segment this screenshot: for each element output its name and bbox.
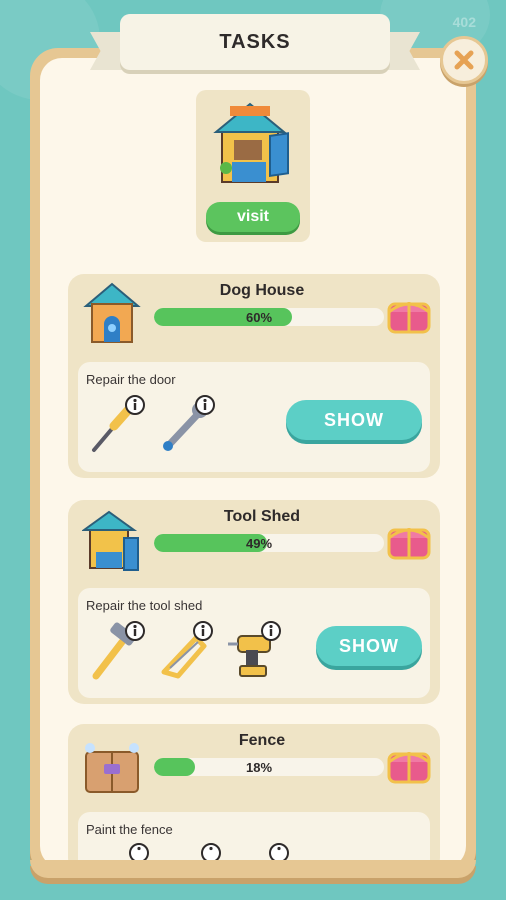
- wrench-tool[interactable]: [158, 394, 216, 456]
- dog-house-icon: [83, 282, 141, 343]
- drill-tool[interactable]: [224, 620, 282, 682]
- info-icon[interactable]: [192, 620, 214, 642]
- ribbon-banner: TASKS: [120, 14, 390, 70]
- info-icon[interactable]: [260, 620, 282, 642]
- visit-button[interactable]: visit: [206, 202, 300, 232]
- building-preview-card: visit: [196, 90, 310, 242]
- task-progress-bar: 18%: [154, 758, 384, 776]
- task-card-dog-house: Dog House 60% Repair the door SHOW: [68, 274, 440, 478]
- task-title: Dog House: [219, 282, 305, 299]
- progress-label: 18%: [245, 759, 273, 775]
- task-title: Tool Shed: [223, 508, 301, 525]
- tool-shed-icon: [82, 510, 139, 571]
- page-title: TASKS: [219, 30, 291, 53]
- reward-chest-icon[interactable]: [386, 744, 432, 786]
- task-card-tool-shed: Tool Shed 49% Repair the tool shed SHOW: [68, 500, 440, 704]
- progress-label: 49%: [245, 535, 273, 551]
- task-progress-bar: 49%: [154, 534, 384, 552]
- subtask-panel: Repair the door SHOW: [78, 362, 430, 472]
- show-button[interactable]: SHOW: [286, 400, 422, 440]
- title-ribbon: TASKS: [90, 14, 420, 76]
- task-card-fence: Fence 18% Paint the fence: [68, 724, 440, 874]
- task-title: Fence: [238, 732, 286, 749]
- hammer-tool[interactable]: [88, 620, 146, 682]
- info-icon[interactable]: [194, 394, 216, 416]
- reward-chest-icon[interactable]: [386, 520, 432, 562]
- hacksaw-tool[interactable]: [156, 620, 214, 682]
- close-button[interactable]: [440, 36, 488, 84]
- close-icon: [454, 50, 474, 70]
- reward-chest-icon[interactable]: [386, 294, 432, 336]
- tool-shed-building-icon: [213, 102, 289, 183]
- show-button[interactable]: SHOW: [316, 626, 422, 666]
- subtask-panel: Repair the tool shed SHOW: [78, 588, 430, 698]
- progress-label: 60%: [245, 309, 273, 325]
- subtask-label: Paint the fence: [86, 822, 173, 837]
- fence-icon: [85, 743, 139, 793]
- info-icon[interactable]: [124, 620, 146, 642]
- currency-counter: 402: [452, 14, 476, 30]
- subtask-label: Repair the door: [86, 372, 176, 387]
- subtask-label: Repair the tool shed: [86, 598, 203, 613]
- task-progress-bar: 60%: [154, 308, 384, 326]
- panel-bottom-border: [30, 860, 476, 878]
- screwdriver-tool[interactable]: [88, 394, 146, 456]
- info-icon[interactable]: [124, 394, 146, 416]
